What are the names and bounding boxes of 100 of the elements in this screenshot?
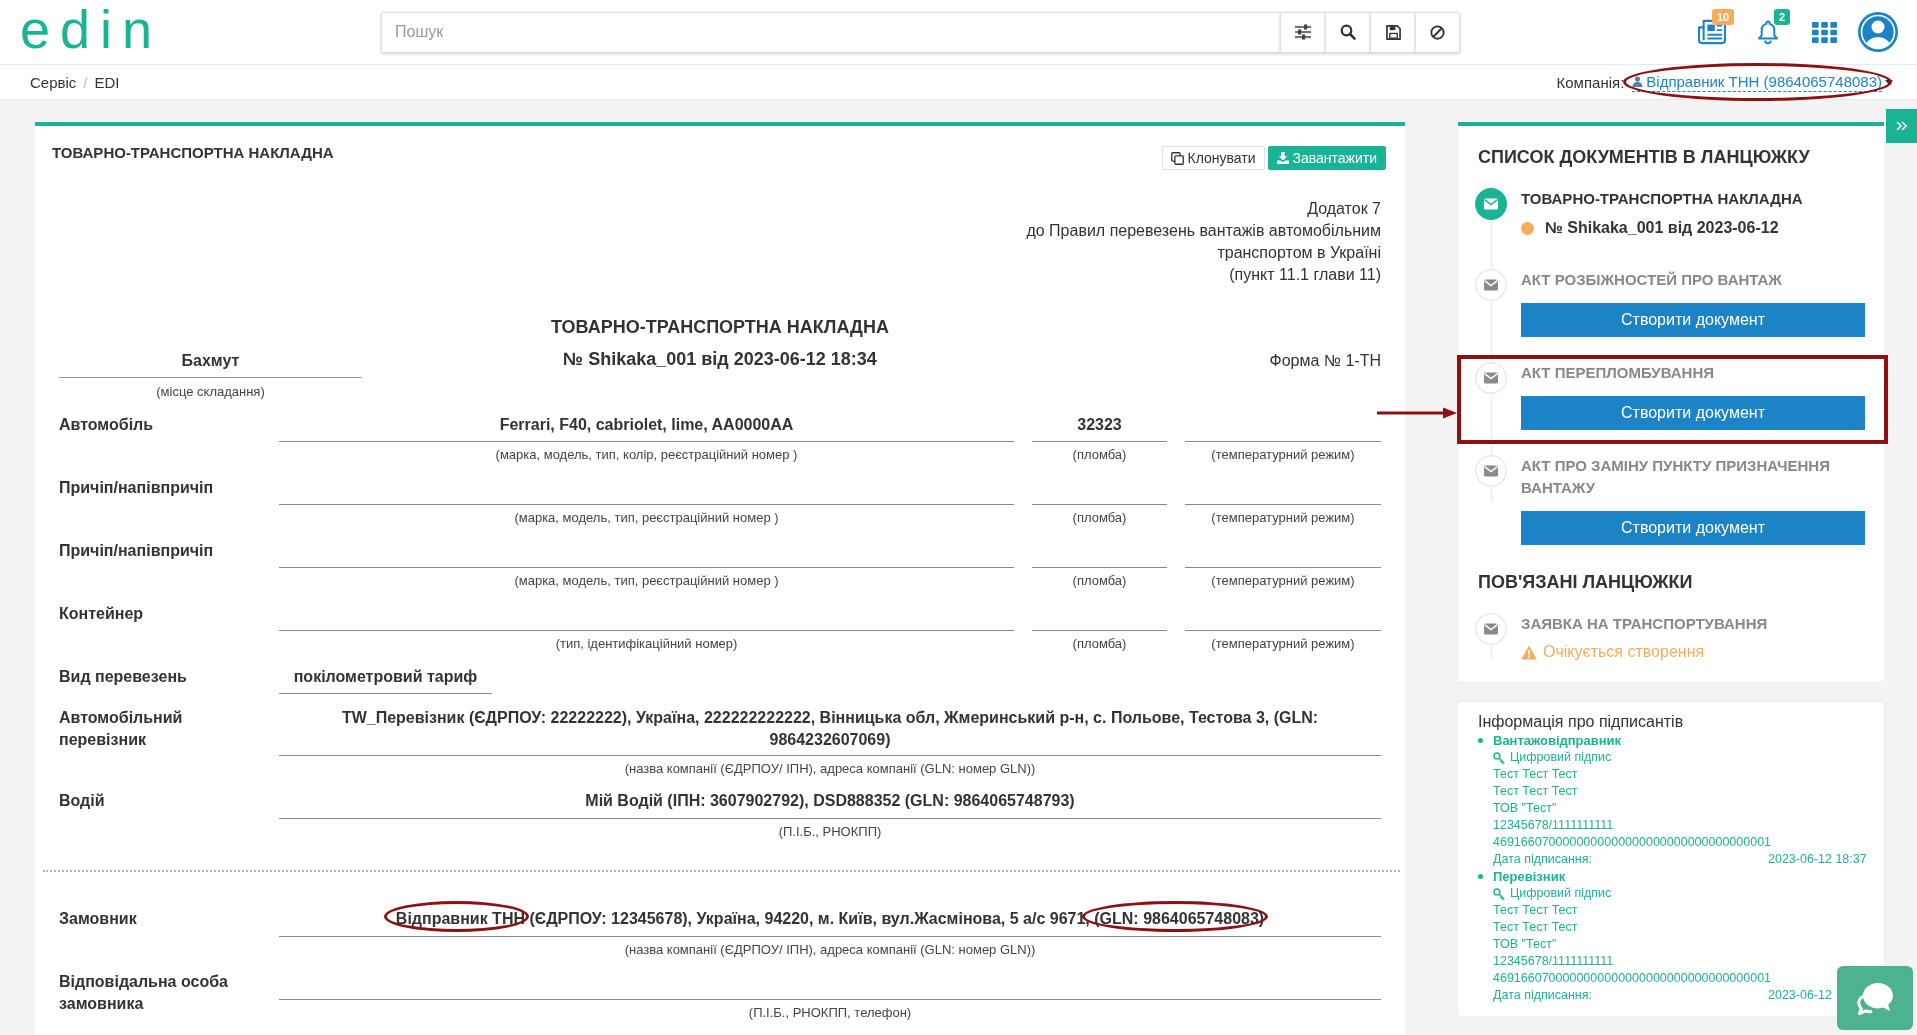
field-caption: (пломба): [1071, 636, 1128, 652]
signing-date-label: Дата підписання:: [1493, 987, 1592, 1004]
panel-heading: СПИСОК ДОКУМЕНТІВ В ЛАНЦЮЖКУ: [1478, 146, 1811, 169]
field-label: Контейнер: [59, 604, 145, 624]
document-title: ТОВАРНО-ТРАНСПОРТНА НАКЛАДНА: [52, 143, 334, 163]
appendix-note: Додаток 7 до Правил перевезень вантажів автомобільним транспортом в Україні (пункт 11.1 глави 11): [1025, 199, 1381, 285]
document-heading: ТОВАРНО-ТРАНСПОРТНА НАКЛАДНА: [550, 316, 890, 339]
field-caption: (пломба): [1071, 447, 1128, 463]
field-caption: (назва компанії (ЄДРПОУ/ ІПН), адреса компанії (GLN: номер GLN)): [623, 761, 1037, 777]
avatar-icon: [1858, 12, 1898, 52]
signature-type: Цифровий підпис: [1510, 885, 1612, 902]
bullet-icon: [1478, 874, 1483, 879]
field-label: Водій: [59, 791, 106, 811]
field-caption: (температурний режим): [1210, 510, 1356, 526]
field-caption: (назва компанії (ЄДРПОУ/ ІПН), адреса компанії (GLN: номер GLN)): [623, 942, 1037, 958]
fill-in-line: Ferrari, F40, cabriolet, lime, AA0000AA: [279, 412, 1014, 442]
sliders-icon: [1295, 24, 1311, 40]
document-name: АКТ ПРО ЗАМІНУ ПУНКТУ ПРИЗНАЧЕННЯ ВАНТАЖУ: [1521, 456, 1831, 498]
signer-detail: 4691660700000000000000000000000000000001: [1492, 970, 1773, 987]
apps-grid-icon: [1811, 21, 1837, 43]
field-label: Відповідальна особа замовника: [59, 972, 229, 1014]
document-number: № Shikaka_001 від 2023-06-12 18:34: [562, 348, 878, 371]
clear-button[interactable]: [1415, 11, 1460, 53]
form-number: Форма № 1-ТН: [1268, 351, 1381, 371]
key-icon: [1493, 751, 1505, 764]
bullet-icon: [1478, 738, 1483, 743]
field-label: Вид перевезень: [59, 667, 188, 687]
newspaper-icon: [1697, 19, 1727, 45]
key-icon: [1493, 887, 1505, 900]
bell-icon: [1756, 19, 1780, 45]
filter-button[interactable]: [1280, 11, 1325, 53]
count-badge: 10: [1712, 9, 1735, 25]
signer-detail: 12345678/1111111111: [1492, 953, 1615, 970]
signing-date-label: Дата підписання:: [1493, 851, 1592, 868]
breadcrumb-link[interactable]: Сервіс: [30, 73, 77, 91]
signers-heading: Інформація про підписантів: [1478, 712, 1685, 732]
fill-in-line: Мій Водій (ІПН: 3607902792), DSD888352 (GLN: 9864065748793): [279, 789, 1381, 819]
chat-bubbles-icon: [1855, 980, 1895, 1016]
search-icon: [1340, 24, 1356, 40]
document-name: АКТ ПЕРЕПЛОМБУВАННЯ: [1521, 363, 1716, 383]
field-caption: (температурний режим): [1210, 636, 1356, 652]
field-label: Автомобільний перевізник: [59, 708, 184, 750]
field-caption: (марка, модель, тип, реєстраційний номер ): [513, 573, 780, 589]
notifications-button[interactable]: 2: [1746, 12, 1790, 52]
document-name: ТОВАРНО-ТРАНСПОРТНА НАКЛАДНА: [1521, 189, 1804, 209]
field-label: Причіп/напівпричіп: [59, 541, 215, 561]
document-name: АКТ РОЗБІЖНОСТЕЙ ПРО ВАНТАЖ: [1521, 270, 1783, 290]
double-chevron-icon: [1895, 121, 1908, 131]
signer-detail: Тест Тест Тест: [1492, 783, 1579, 800]
count-badge: 2: [1774, 9, 1791, 25]
create-document-button[interactable]: Створити документ: [1521, 511, 1865, 545]
download-button[interactable]: Завантажити: [1267, 146, 1386, 170]
document-number: № Shikaka_001 від 2023-06-12: [1545, 218, 1779, 238]
signing-date: 2023-06-12: [1768, 987, 1833, 1004]
signer-detail: Тест Тест Тест: [1492, 902, 1579, 919]
company-label: Компанія:: [1556, 73, 1625, 91]
create-document-button[interactable]: Створити документ: [1521, 396, 1865, 430]
warning-icon: [1521, 644, 1537, 660]
field-label: Причіп/напівпричіп: [59, 478, 215, 498]
panel-heading: ПОВ'ЯЗАНІ ЛАНЦЮЖКИ: [1478, 571, 1694, 594]
field-caption: (П.І.Б., РНОКПП, телефон): [747, 1005, 913, 1021]
field-caption: (пломба): [1071, 573, 1128, 589]
user-icon: [1632, 76, 1644, 87]
search-button[interactable]: [1325, 11, 1370, 53]
fill-in-line: 32323: [1032, 412, 1167, 442]
logo[interactable]: edin: [20, 2, 163, 56]
save-button[interactable]: [1370, 11, 1415, 53]
field-caption: (марка, модель, тип, реєстраційний номер ): [513, 510, 780, 526]
caret-icon: [1885, 79, 1893, 85]
sidebar-toggle-button[interactable]: [1886, 109, 1917, 143]
signer-detail: Тест Тест Тест: [1492, 919, 1579, 936]
signer-role: Перевізник: [1493, 868, 1566, 885]
signer-detail: ТОВ "Тест": [1492, 936, 1558, 953]
fill-in-line: TW_Перевізник (ЄДРПОУ: 22222222), Україна, 222222222222, Вінницька обл, Жмеринський р-н, с. Польове, Тестова 3, (GLN: 9864232607069): [279, 706, 1381, 756]
fill-in-line: Відправник ТНН (ЄДРПОУ: 12345678), Україна, 94220, м. Київ, вул.Жасмінова, 5 а/с 9671, (GLN: 9864065748083): [279, 907, 1381, 937]
signer-detail: Тест Тест Тест: [1492, 766, 1579, 783]
field-caption: (тип, ідентифікаційний номер): [554, 636, 739, 652]
field-label: Автомобіль: [59, 415, 155, 435]
document-name: ЗАЯВКА НА ТРАНСПОРТУВАННЯ: [1521, 614, 1769, 634]
company-link[interactable]: Відправник ТНН (9864065748083): [1632, 72, 1882, 92]
copy-icon: [1170, 151, 1184, 165]
field-label: Замовник: [59, 909, 138, 929]
create-document-button[interactable]: Створити документ: [1521, 303, 1865, 337]
field-caption: (місце складання): [155, 384, 266, 400]
breadcrumb-link[interactable]: EDI: [94, 73, 120, 91]
fill-in-line: покілометровий тариф: [279, 664, 492, 694]
signature-type: Цифровий підпис: [1510, 749, 1612, 766]
signing-date: 2023-06-12 18:37: [1768, 851, 1865, 868]
profile-button[interactable]: [1858, 12, 1898, 52]
breadcrumb-separator: /: [83, 73, 88, 91]
signer-role: Вантажовідправник: [1493, 732, 1622, 749]
clone-button[interactable]: Клонувати: [1161, 146, 1265, 170]
field-caption: (температурний режим): [1210, 573, 1356, 589]
chat-button[interactable]: [1837, 966, 1913, 1030]
fill-in-line: Бахмут: [59, 343, 362, 378]
ban-icon: [1430, 24, 1445, 40]
field-caption: (температурний режим): [1210, 447, 1356, 463]
download-icon: [1276, 152, 1289, 164]
signer-detail: 12345678/1111111111: [1492, 817, 1615, 834]
search-field[interactable]: Пошук: [381, 11, 1280, 53]
